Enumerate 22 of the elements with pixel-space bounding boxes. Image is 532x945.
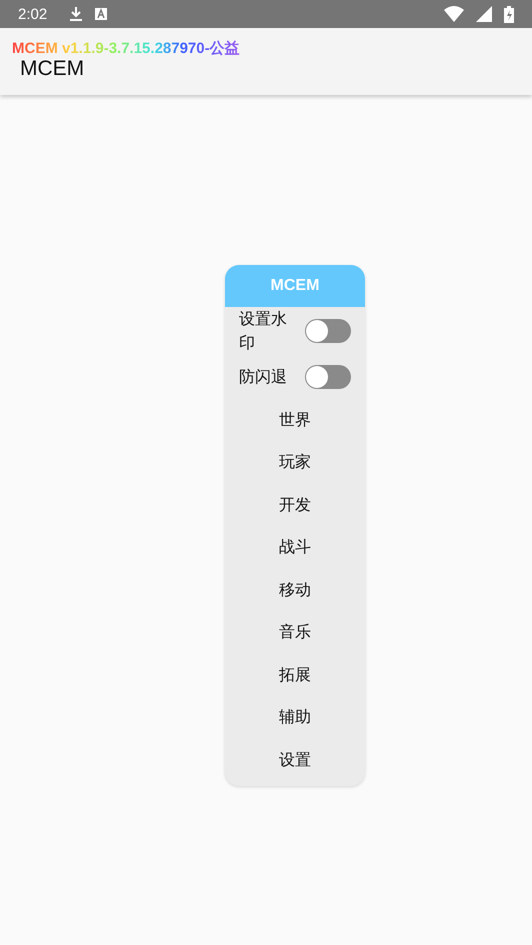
wifi-icon [444,6,464,22]
download-icon [69,6,84,22]
menu-button[interactable]: 拓展 [225,654,365,696]
toggle-switch[interactable] [305,319,351,343]
battery-icon [504,6,514,22]
menu-button[interactable]: 移动 [225,569,365,612]
toggle-label: 防闪退 [239,366,288,388]
watermark-text: MCEM v1.1.9-3.7.15.287970-公益 [12,40,240,57]
app-icon [95,8,108,20]
menu-button[interactable]: 设置 [225,739,365,782]
app-title: MCEM [20,57,86,81]
menu-button[interactable]: 世界 [225,399,365,442]
toggle-label: 设置水印 [239,308,288,354]
menu-button[interactable]: 音乐 [225,612,365,654]
menu-button[interactable]: 辅助 [225,696,365,739]
signal-icon [476,6,492,22]
panel-title: MCEM [270,277,320,295]
menu-button[interactable]: 开发 [225,484,365,526]
menu-button[interactable]: 战斗 [225,526,365,569]
menu-button[interactable]: 玩家 [225,442,365,484]
clock: 2:02 [18,6,48,22]
toggle-switch[interactable] [305,365,351,389]
